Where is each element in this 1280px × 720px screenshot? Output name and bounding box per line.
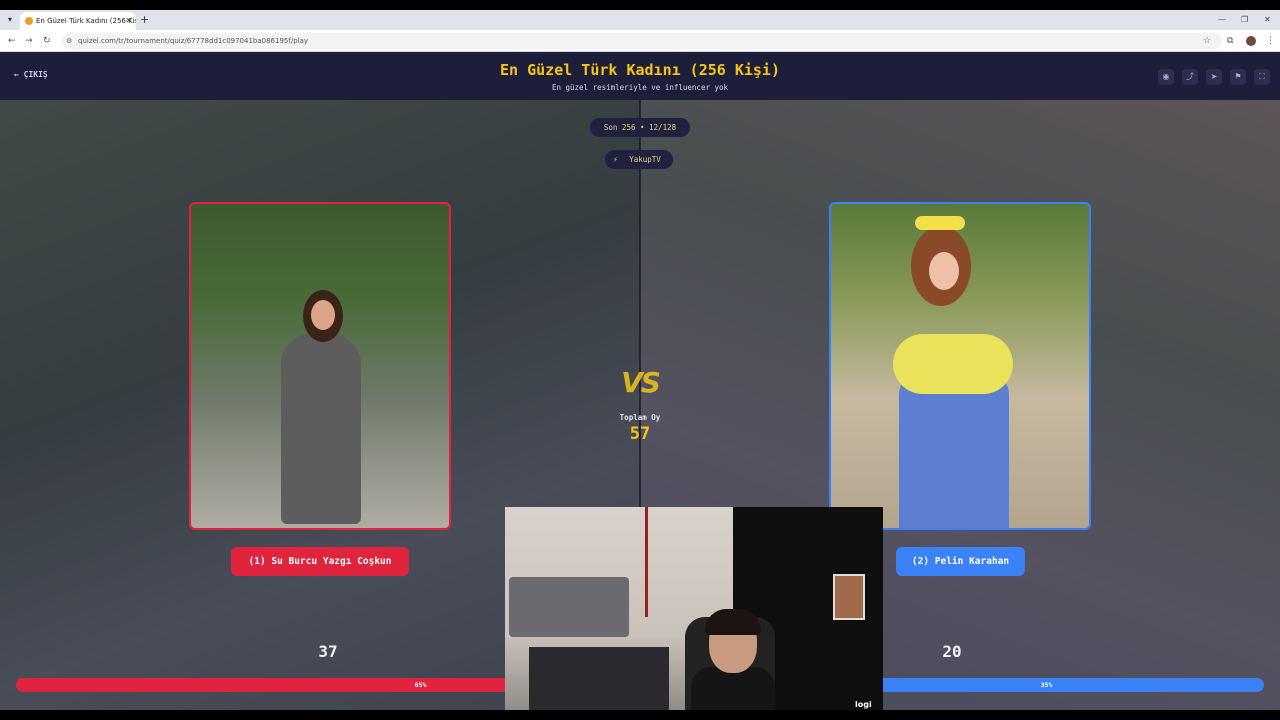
screen-border-bottom — [0, 710, 1280, 720]
extensions-icon[interactable]: ⧉ — [1227, 34, 1233, 48]
browser-address-bar: ← → ↻ ⚙ quizei.com/tr/tournament/quiz/67… — [0, 30, 1280, 52]
forward-icon[interactable]: → — [25, 34, 33, 48]
favicon-icon — [25, 17, 33, 25]
right-progress-bar: 35% — [829, 678, 1264, 692]
right-vote-count: 20 — [942, 642, 962, 661]
right-figure-dress — [899, 374, 1009, 528]
send-icon[interactable]: ➤ — [1206, 69, 1222, 85]
round-badge: Son 256 • 12/128 — [590, 118, 690, 137]
left-figure-face — [311, 300, 335, 330]
browser-tabstrip: ▾ En Güzel Türk Kadını (256 Kişi) ✕ + — … — [0, 10, 1280, 30]
username: YakupTV — [629, 155, 661, 164]
webcam-person-hair — [705, 609, 761, 635]
right-vote-button[interactable]: (2) Pelin Karahan — [896, 547, 1025, 576]
left-figure-coat — [281, 334, 361, 524]
browser-tab[interactable]: En Güzel Türk Kadını (256 Kişi) ✕ — [20, 12, 136, 30]
flag-icon[interactable]: ⚑ — [1230, 69, 1246, 85]
webcam-poster — [833, 574, 865, 620]
right-percent-label: 35% — [1040, 681, 1053, 689]
page-subtitle: En güzel resimleriyle ve influencer yok — [551, 83, 729, 92]
new-tab-button[interactable]: + — [140, 12, 149, 28]
url-text: quizei.com/tr/tournament/quiz/67778dd1c0… — [78, 37, 309, 45]
right-figure-face — [929, 252, 959, 290]
reload-icon[interactable]: ↻ — [43, 34, 51, 48]
total-votes-label: Toplam Oy — [619, 413, 661, 422]
webcam-overlay: logi — [505, 507, 883, 720]
lightning-icon: VS — [616, 362, 664, 402]
page-title: En Güzel Türk Kadını (256 Kişi) — [500, 61, 780, 79]
user-icon: ⚡ — [613, 155, 618, 164]
site-info-icon[interactable]: ⚙ — [66, 33, 72, 49]
eye-icon[interactable]: ◉ — [1158, 69, 1174, 85]
left-contestant-photo[interactable] — [189, 202, 451, 530]
profile-avatar[interactable] — [1246, 36, 1256, 46]
app-header: ← ÇIKIŞ En Güzel Türk Kadını (256 Kişi) … — [0, 52, 1280, 100]
bookmark-star-icon[interactable]: ☆ — [1203, 34, 1211, 48]
restore-icon[interactable]: ❐ — [1241, 12, 1248, 28]
left-vote-count: 37 — [318, 642, 338, 661]
tab-search-icon[interactable]: ▾ — [4, 13, 16, 27]
fullscreen-icon[interactable]: ⛶ — [1254, 69, 1270, 85]
url-field[interactable]: ⚙ quizei.com/tr/tournament/quiz/67778dd1… — [62, 33, 1222, 49]
left-vote-button[interactable]: (1) Su Burcu Yazgı Coşkun — [231, 547, 409, 576]
browser-menu-icon[interactable]: ⋮ — [1266, 34, 1275, 48]
user-badge: ⚡ YakupTV — [605, 150, 673, 169]
share-icon[interactable]: ⤴ — [1182, 69, 1198, 85]
left-percent-label: 65% — [414, 681, 427, 689]
webcam-shelf — [509, 577, 629, 637]
vs-label: VS — [621, 366, 661, 399]
close-window-icon[interactable]: ✕ — [1264, 12, 1271, 28]
screen-border-top — [0, 0, 1280, 10]
total-votes-value: 57 — [629, 424, 651, 444]
webcam-cable — [645, 507, 648, 617]
minimize-icon[interactable]: — — [1218, 12, 1226, 28]
webcam-logo: logi — [855, 700, 872, 709]
right-contestant-photo[interactable] — [829, 202, 1091, 530]
right-figure-top — [893, 334, 1013, 394]
back-icon[interactable]: ← — [8, 34, 16, 48]
close-tab-icon[interactable]: ✕ — [125, 12, 132, 30]
browser-tab-title: En Güzel Türk Kadını (256 Kişi) — [36, 17, 136, 25]
right-figure-headband — [915, 216, 965, 230]
